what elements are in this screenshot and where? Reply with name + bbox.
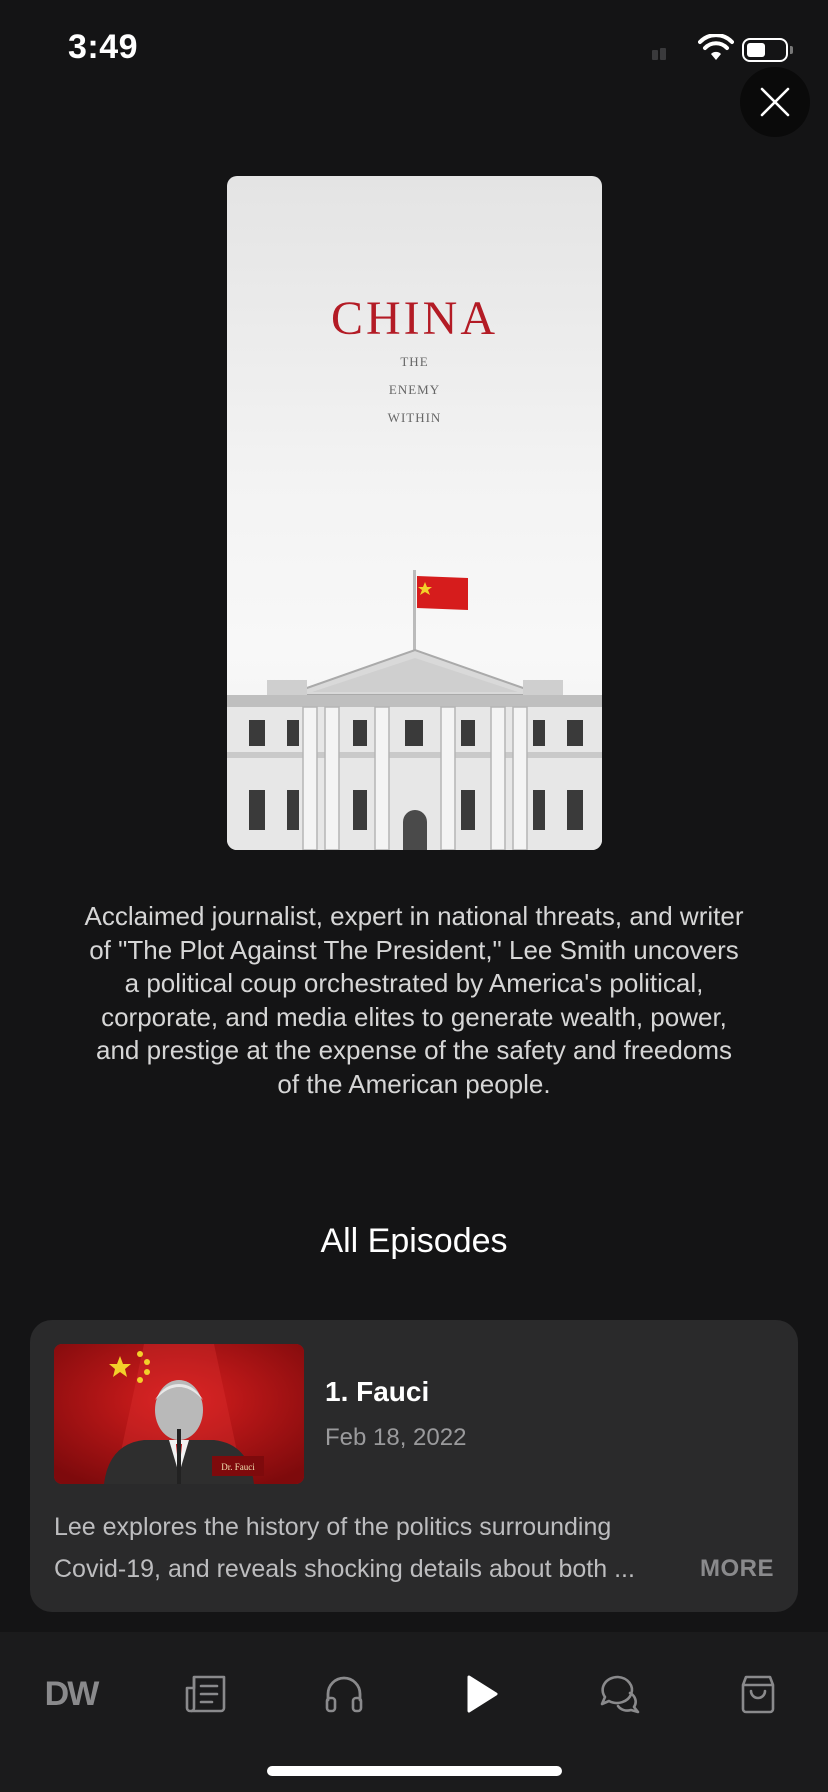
battery-icon — [742, 38, 793, 62]
show-description: Acclaimed journalist, expert in national… — [84, 901, 744, 1099]
episode-date: Feb 18, 2022 — [325, 1424, 467, 1451]
wifi-icon — [698, 34, 734, 60]
tab-news[interactable] — [176, 1664, 236, 1724]
shopping-bag-icon — [741, 1675, 775, 1714]
dw-logo: DW — [44, 1674, 100, 1713]
episode-description: Lee explores the history of the politics… — [54, 1506, 774, 1590]
white-house-flag-illustration — [227, 570, 602, 850]
poster-subtitle-line: ENEMY — [388, 382, 441, 397]
all-episodes-heading: All Episodes — [320, 1222, 508, 1260]
poster-subtitle-line: WITHIN — [387, 410, 442, 425]
episode-description-line: Lee explores the history of the politics… — [54, 1513, 612, 1541]
more-button[interactable]: MORE — [700, 1548, 774, 1590]
close-icon — [760, 87, 790, 117]
play-icon — [467, 1675, 498, 1713]
thumbnail-caption: Dr. Fauci — [221, 1462, 255, 1472]
headphones-icon — [325, 1676, 363, 1713]
show-poster: CHINA THE ENEMY WITHIN — [227, 176, 602, 850]
home-indicator[interactable] — [267, 1766, 562, 1776]
tab-home[interactable]: DW — [36, 1664, 106, 1724]
episode-title: 1. Fauci — [325, 1376, 430, 1407]
chat-bubbles-icon — [600, 1675, 640, 1714]
close-button[interactable] — [740, 67, 810, 137]
tab-community[interactable] — [590, 1664, 650, 1724]
tab-watch[interactable] — [452, 1664, 512, 1724]
newspaper-icon — [185, 1675, 226, 1713]
tab-shop[interactable] — [728, 1664, 788, 1724]
poster-subtitle-line: THE — [400, 354, 429, 369]
cellular-signal-icon — [652, 48, 670, 60]
status-time: 3:49 — [68, 28, 139, 66]
tab-listen[interactable] — [314, 1664, 374, 1724]
episode-thumbnail: Dr. Fauci — [54, 1344, 304, 1484]
episode-description-line: Covid-19, and reveals shocking details a… — [54, 1555, 635, 1583]
poster-title: CHINA — [331, 292, 498, 345]
episode-card[interactable]: Dr. Fauci 1. Fauci Feb 18, 2022 Lee expl… — [30, 1320, 798, 1612]
status-bar: 3:49 — [0, 0, 828, 100]
